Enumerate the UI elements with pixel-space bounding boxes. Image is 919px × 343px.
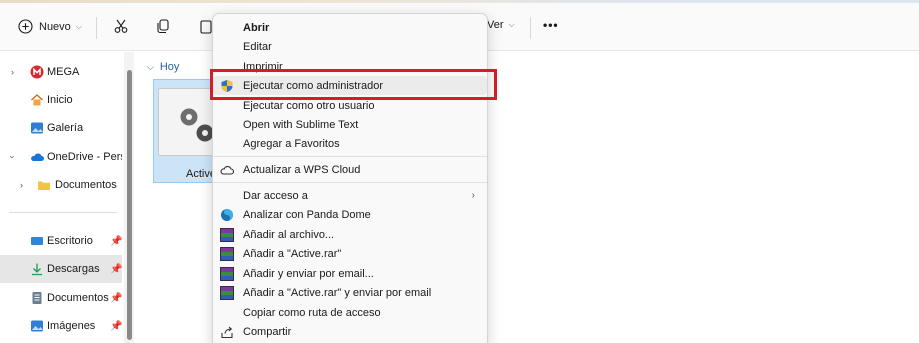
file-thumbnail (158, 88, 214, 156)
menu-item-label: Editar (243, 40, 272, 53)
panda-dome-icon (221, 208, 233, 221)
desktop-icon (31, 237, 43, 245)
sidebar-divider (9, 212, 117, 213)
sidebar-item-mega[interactable]: › MEGA (0, 58, 122, 86)
view-button[interactable]: Ver ⌵ (487, 19, 515, 31)
sidebar-item-label: Documentos (47, 292, 109, 304)
toolbar-separator (530, 17, 531, 39)
cloud-icon (220, 165, 234, 175)
sidebar-item-label: Galería (47, 122, 84, 134)
copy-button[interactable] (155, 18, 171, 34)
onedrive-cloud-icon (31, 153, 44, 161)
scissors-icon (114, 19, 128, 33)
sidebar-item-label: Documentos (55, 179, 117, 191)
chevron-down-icon: › (7, 155, 18, 159)
menu-item-label: Compartir (243, 325, 292, 338)
menu-item-label: Añadir a "Active.rar" y enviar por email (243, 286, 432, 299)
sidebar-item-label: Descargas (47, 263, 100, 275)
chevron-right-icon: › (20, 180, 23, 190)
menu-item-share[interactable]: Compartir (213, 322, 487, 341)
pin-icon: 📌 (110, 292, 122, 304)
menu-item-open[interactable]: Abrir (213, 18, 487, 37)
sidebar-item-home[interactable]: Inicio (0, 86, 122, 114)
plus-circle-icon (18, 19, 33, 34)
menu-separator (213, 182, 487, 183)
sidebar-item-descargas[interactable]: Descargas 📌 (0, 255, 122, 283)
pictures-icon (31, 320, 43, 332)
chevron-down-icon: ⌵ (75, 21, 82, 31)
menu-item-label: Copiar como ruta de acceso (243, 306, 381, 319)
menu-item-copy-path[interactable]: Copiar como ruta de acceso (213, 303, 487, 322)
menu-item-add-and-email[interactable]: Añadir y enviar por email... (213, 264, 487, 283)
winrar-icon (220, 266, 234, 281)
share-icon (221, 326, 233, 338)
menu-item-add-to-active-rar-and-email[interactable]: Añadir a "Active.rar" y enviar por email (213, 283, 487, 302)
menu-item-panda-scan[interactable]: Analizar con Panda Dome (213, 205, 487, 224)
sidebar-item-label: Escritorio (47, 235, 93, 247)
menu-item-label: Agregar a Favoritos (243, 137, 340, 150)
sidebar-item-documentos[interactable]: Documentos 📌 (0, 284, 122, 312)
pin-icon: 📌 (110, 320, 122, 332)
sidebar-item-imagenes[interactable]: Imágenes 📌 (0, 312, 122, 340)
home-icon (31, 94, 43, 106)
sidebar-item-label: MEGA (47, 66, 80, 78)
sidebar-item-label: Imágenes (47, 320, 96, 332)
menu-item-label: Añadir y enviar por email... (243, 267, 374, 280)
menu-item-label: Añadir a "Active.rar" (243, 247, 342, 260)
menu-item-add-favorites[interactable]: Agregar a Favoritos (213, 134, 487, 153)
chevron-down-icon: ⌵ (508, 20, 515, 29)
highlight-annotation (210, 69, 497, 100)
chevron-right-icon: › (471, 190, 475, 201)
menu-item-open-sublime[interactable]: Open with Sublime Text (213, 115, 487, 134)
sidebar-item-documentos-onedrive[interactable]: › Documentos (0, 171, 122, 199)
view-button-label: Ver (487, 19, 504, 31)
sidebar-item-escritorio[interactable]: Escritorio 📌 (0, 227, 122, 255)
menu-item-label: Abrir (243, 21, 270, 34)
menu-item-label: Actualizar a WPS Cloud (243, 163, 361, 176)
menu-item-label: Añadir al archivo... (243, 228, 335, 241)
sidebar-item-label: OneDrive - Personal (47, 151, 122, 163)
menu-item-label: Analizar con Panda Dome (243, 208, 371, 221)
winrar-icon (220, 246, 234, 261)
scrollbar-thumb[interactable] (127, 70, 132, 340)
winrar-icon (220, 285, 234, 300)
document-icon (32, 292, 42, 304)
sidebar-item-label: Inicio (47, 94, 73, 106)
menu-item-edit[interactable]: Editar (213, 37, 487, 56)
pin-icon: 📌 (110, 263, 122, 275)
menu-item-label: Dar acceso a (243, 189, 308, 202)
new-button-label: Nuevo (39, 20, 71, 33)
chevron-right-icon: › (11, 67, 14, 77)
toolbar-separator (96, 17, 97, 39)
menu-item-add-to-archive[interactable]: Añadir al archivo... (213, 225, 487, 244)
more-options-button[interactable]: ••• (543, 18, 559, 32)
mega-logo-icon (30, 65, 44, 79)
group-header-today[interactable]: ⌵ Hoy (147, 61, 179, 73)
sidebar-item-onedrive[interactable]: › OneDrive - Personal (0, 143, 123, 171)
gallery-icon (31, 122, 43, 134)
pin-icon: 📌 (110, 235, 122, 247)
chevron-down-icon: ⌵ (147, 61, 154, 72)
menu-item-give-access[interactable]: Dar acceso a › (213, 186, 487, 205)
cut-button[interactable] (113, 18, 129, 34)
group-header-label: Hoy (159, 61, 180, 73)
menu-separator (213, 156, 487, 157)
menu-item-add-to-active-rar[interactable]: Añadir a "Active.rar" (213, 244, 487, 263)
copy-icon (157, 19, 169, 34)
menu-item-label: Ejecutar como otro usuario (243, 99, 375, 112)
new-button[interactable]: Nuevo ⌵ (18, 19, 82, 34)
download-icon (32, 263, 42, 276)
sidebar-item-gallery[interactable]: Galería (0, 114, 122, 142)
winrar-icon (220, 227, 234, 242)
menu-item-wps-cloud[interactable]: Actualizar a WPS Cloud (213, 160, 487, 179)
menu-item-label: Open with Sublime Text (243, 118, 359, 131)
folder-icon (38, 181, 50, 190)
